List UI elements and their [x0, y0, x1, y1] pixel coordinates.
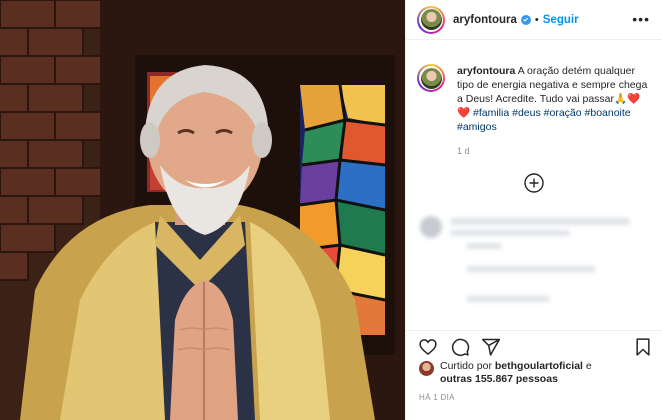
post-age: 1 d [457, 146, 470, 156]
likes-count[interactable]: outras 155.867 pessoas [440, 373, 558, 385]
heart-icon[interactable] [418, 337, 438, 357]
verified-badge-icon [520, 14, 531, 25]
hashtag-link[interactable]: #deus [512, 107, 541, 119]
liked-by-joiner: e [585, 360, 592, 372]
caption-username[interactable]: aryfontoura [457, 65, 515, 77]
author-username[interactable]: aryfontoura [453, 14, 517, 26]
post-image [0, 0, 405, 420]
follow-button[interactable]: Seguir [543, 14, 579, 26]
more-options-icon[interactable]: ••• [632, 12, 650, 26]
liker-avatar[interactable] [419, 361, 434, 376]
caption-author-avatar[interactable] [417, 64, 445, 92]
author-avatar[interactable] [417, 5, 445, 34]
hashtag-link[interactable]: #familia [473, 107, 509, 119]
post-photo[interactable] [0, 0, 405, 420]
post-caption: aryfontoura A oração detém qualquer tipo… [406, 40, 662, 158]
hashtag-link[interactable]: #oração [544, 107, 582, 119]
liked-by: Curtido por bethgoulartoficial e outras … [419, 360, 592, 386]
post-header: aryfontoura • Seguir ••• [406, 0, 662, 40]
plus-circle-icon[interactable] [523, 172, 545, 194]
share-icon[interactable] [481, 337, 501, 357]
hashtag-link[interactable]: #boanoite [585, 107, 631, 119]
comment-icon[interactable] [450, 337, 470, 357]
post-timestamp[interactable]: HÁ 1 DIA [419, 393, 455, 402]
bookmark-icon[interactable] [633, 337, 653, 357]
hashtag-link[interactable]: #amigos [457, 121, 497, 133]
post-actions [406, 330, 662, 357]
header-separator: • [534, 13, 539, 26]
post-side-panel: aryfontoura • Seguir ••• aryfontoura A o… [405, 0, 662, 420]
liker-username[interactable]: bethgoulartoficial [495, 360, 583, 372]
liked-by-prefix: Curtido por [440, 360, 492, 372]
